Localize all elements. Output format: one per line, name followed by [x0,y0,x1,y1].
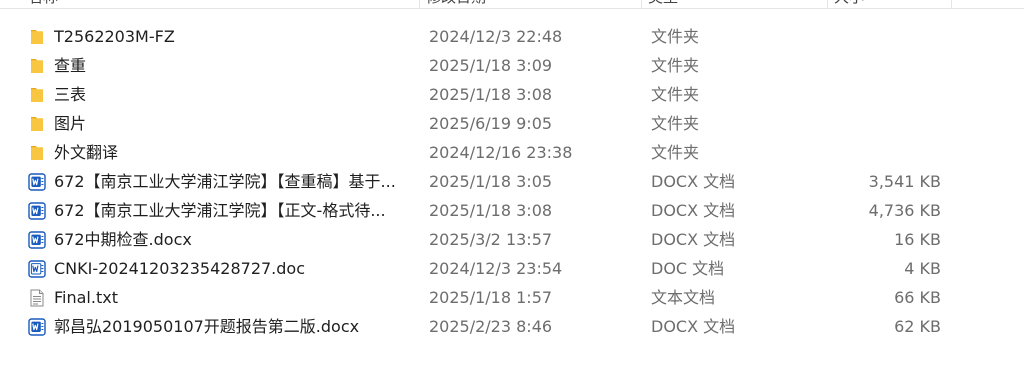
file-explorer-details-view: 名称 修改日期 类型 大小 T2562203M-FZ 2024/12/3 22:4… [0,0,1024,382]
file-modified-date: 2025/2/23 8:46 [429,317,553,336]
column-header-bar: 名称 修改日期 类型 大小 [0,0,1024,9]
file-modified-date: 2025/1/18 3:08 [429,201,553,220]
file-name: Final.txt [54,288,118,307]
file-row[interactable]: 外文翻译 2024/12/16 23:38 文件夹 [22,138,982,167]
folder-icon [28,28,46,46]
file-name: T2562203M-FZ [54,27,175,46]
file-size [832,80,941,109]
column-header-name[interactable]: 名称 [22,0,420,8]
file-modified-date: 2025/1/18 3:09 [429,56,553,75]
file-modified-date: 2025/6/19 9:05 [429,114,553,133]
file-type: 文件夹 [651,56,700,75]
file-name: 672中期检查.docx [54,230,192,249]
file-size: 3,541 KB [868,172,941,191]
column-header-type[interactable]: 类型 [642,0,828,8]
file-type: DOCX 文档 [651,201,736,220]
file-type: DOCX 文档 [651,317,736,336]
file-size [832,138,941,167]
file-name: 查重 [54,56,87,75]
file-name: CNKI-20241203235428727.doc [54,259,306,278]
folder-icon [28,57,46,75]
file-row[interactable]: 三表 2025/1/18 3:08 文件夹 [22,80,982,109]
file-size [832,109,941,138]
file-modified-date: 2024/12/16 23:38 [429,143,573,162]
file-size [832,22,941,51]
file-name: 672【南京工业大学浦江学院】【查重稿】基于... [54,172,396,191]
file-modified-date: 2025/1/18 3:08 [429,85,553,104]
file-row[interactable]: T2562203M-FZ 2024/12/3 22:48 文件夹 [22,22,982,51]
file-name: 外文翻译 [54,143,119,162]
file-modified-date: 2025/1/18 3:05 [429,172,553,191]
file-size: 66 KB [894,288,941,307]
file-modified-date: 2024/12/3 23:54 [429,259,563,278]
file-row[interactable]: 郭昌弘2019050107开题报告第二版.docx 2025/2/23 8:46 D… [22,312,982,341]
file-size: 4 KB [904,259,941,278]
word-doc-icon [28,202,46,220]
file-name: 郭昌弘2019050107开题报告第二版.docx [54,317,360,336]
file-row[interactable]: CNKI-20241203235428727.doc 2024/12/3 23:5… [22,254,982,283]
file-type: 文件夹 [651,114,700,133]
file-name: 三表 [54,85,87,104]
file-row[interactable]: Final.txt 2025/1/18 1:57 文本文档 66 KB [22,283,982,312]
file-size: 62 KB [894,317,941,336]
file-name: 672【南京工业大学浦江学院】【正文-格式待... [54,201,386,220]
word-legacy-doc-icon [28,260,46,278]
file-row[interactable]: 查重 2025/1/18 3:09 文件夹 [22,51,982,80]
file-type: DOCX 文档 [651,230,736,249]
file-size: 16 KB [894,230,941,249]
folder-icon [28,115,46,133]
file-modified-date: 2025/1/18 1:57 [429,288,553,307]
file-type: 文件夹 [651,27,700,46]
word-doc-icon [28,318,46,336]
file-type: 文本文档 [651,288,716,307]
folder-icon [28,144,46,162]
column-header-modified[interactable]: 修改日期 [420,0,642,8]
file-type: 文件夹 [651,143,700,162]
word-doc-icon [28,231,46,249]
file-row[interactable]: 672【南京工业大学浦江学院】【正文-格式待... 2025/1/18 3:08 D… [22,196,982,225]
file-row[interactable]: 672中期检查.docx 2025/3/2 13:57 DOCX 文档 16 KB [22,225,982,254]
file-type: DOCX 文档 [651,172,736,191]
file-size [832,51,941,80]
file-name: 图片 [54,114,87,133]
file-type: DOC 文档 [651,259,725,278]
file-size: 4,736 KB [868,201,941,220]
file-list: T2562203M-FZ 2024/12/3 22:48 文件夹 查重 2025/1/1… [0,22,1024,341]
folder-icon [28,86,46,104]
file-modified-date: 2024/12/3 22:48 [429,27,563,46]
file-row[interactable]: 图片 2025/6/19 9:05 文件夹 [22,109,982,138]
file-type: 文件夹 [651,85,700,104]
file-modified-date: 2025/3/2 13:57 [429,230,553,249]
file-row[interactable]: 672【南京工业大学浦江学院】【查重稿】基于... 2025/1/18 3:05 D… [22,167,982,196]
text-file-icon [28,289,46,307]
word-doc-icon [28,173,46,191]
column-header-size[interactable]: 大小 [828,0,952,8]
